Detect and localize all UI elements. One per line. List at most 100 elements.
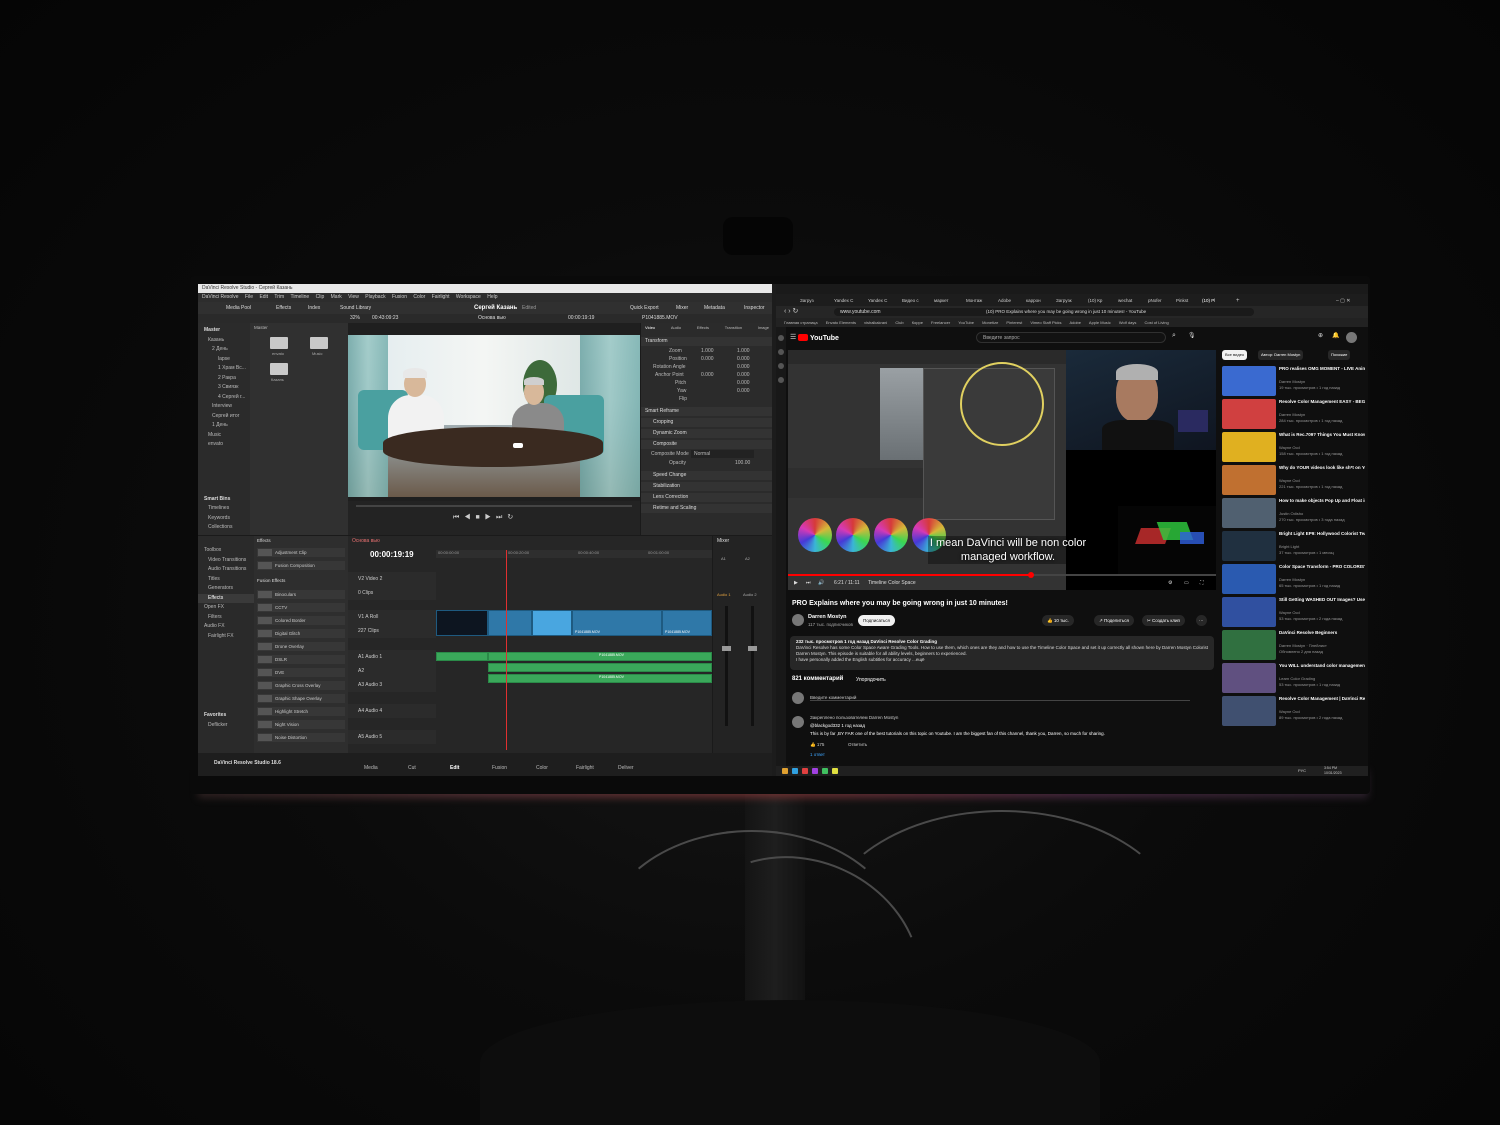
section-stabilization[interactable]: Stabilization: [653, 482, 680, 490]
timeline-tab[interactable]: Основа вью: [352, 538, 380, 544]
browser-tab[interactable]: Загрузк: [1056, 296, 1072, 306]
tab-audio[interactable]: Audio: [671, 325, 681, 337]
browser-tab[interactable]: Yandex C: [834, 296, 853, 306]
favorite-item[interactable]: Deflicker: [198, 721, 254, 731]
recommendation-item[interactable]: Resolve Color Management | DaVinci Resol…: [1222, 696, 1368, 726]
rotation-value[interactable]: 0.000: [737, 363, 750, 371]
effect-item[interactable]: Drone Overlay: [257, 642, 345, 651]
opacity-value[interactable]: 100.00: [735, 459, 750, 467]
metadata-button[interactable]: Metadata: [704, 302, 725, 314]
tree-item[interactable]: Filters: [198, 613, 254, 623]
sidebar-icon[interactable]: [778, 335, 784, 341]
chip[interactable]: Автор: Darren Mostyn: [1258, 350, 1304, 360]
tree-item[interactable]: Toolbox: [198, 546, 254, 556]
bookmark[interactable]: Wolf days: [1119, 320, 1137, 325]
section-composite[interactable]: Composite: [653, 440, 677, 448]
zoom-level[interactable]: 32%: [350, 314, 360, 323]
section-retime[interactable]: Retime and Scaling: [653, 504, 696, 512]
browser-tab[interactable]: Загруз: [800, 296, 814, 306]
menu-item[interactable]: Color: [413, 294, 425, 300]
browser-tab[interactable]: Adobe: [998, 296, 1011, 306]
inspector-button[interactable]: Inspector: [744, 302, 765, 314]
taskbar-app-icon[interactable]: [822, 768, 828, 774]
pitch-value[interactable]: 0.000: [737, 379, 750, 387]
bookmark[interactable]: Freelancer: [931, 320, 950, 325]
input-language[interactable]: РУС: [1298, 768, 1306, 773]
menu-item[interactable]: Fusion: [392, 294, 407, 300]
tree-item[interactable]: Generators: [198, 584, 254, 594]
page-fairlight[interactable]: Fairlight: [576, 765, 594, 771]
effect-item[interactable]: DVE: [257, 668, 345, 677]
effect-item[interactable]: Fusion Composition: [257, 561, 345, 570]
fader-handle[interactable]: [722, 646, 731, 651]
section-transform[interactable]: Transform: [645, 337, 668, 345]
tree-item[interactable]: Audio FX: [198, 622, 254, 632]
recommendation-item[interactable]: Why do YOUR videos look like sh*t on You…: [1222, 465, 1368, 495]
track-header[interactable]: V1 A Roll: [348, 610, 436, 624]
video-clip[interactable]: P1041885.MOV: [572, 610, 662, 636]
next-icon[interactable]: ⏭: [806, 576, 811, 590]
browser-tab[interactable]: pNofer: [1148, 296, 1162, 306]
playback-buttons[interactable]: ⏮◀■▶⏭↻: [453, 513, 518, 522]
effect-item[interactable]: Noise Distortion: [257, 733, 345, 742]
create-icon[interactable]: ⊕: [1318, 332, 1323, 339]
browser-tab[interactable]: wechat: [1118, 296, 1132, 306]
tree-item-selected[interactable]: Effects: [198, 593, 254, 603]
effect-item[interactable]: Night Vision: [257, 720, 345, 729]
folder-icon[interactable]: [270, 363, 288, 375]
playhead[interactable]: [506, 550, 507, 750]
position-y[interactable]: 0.000: [737, 355, 750, 363]
new-tab-icon[interactable]: +: [1236, 296, 1240, 306]
tree-item[interactable]: Video Transitions: [198, 556, 254, 566]
track-header[interactable]: A1 Audio 1: [348, 650, 436, 664]
tab-effects[interactable]: Effects: [697, 325, 709, 337]
mic-icon[interactable]: 🎙: [1188, 332, 1196, 339]
track-header[interactable]: V2 Video 2: [348, 572, 436, 586]
video-clip[interactable]: [436, 610, 488, 636]
recommendation-item[interactable]: Color Space Transform - PRO COLORIST Exp…: [1222, 564, 1368, 594]
bookmark[interactable]: Monetize: [982, 320, 998, 325]
channel-avatar[interactable]: [792, 614, 804, 626]
track-header[interactable]: A4 Audio 4: [348, 704, 436, 718]
section-smart-reframe[interactable]: Smart Reframe: [645, 407, 679, 415]
fader-handle[interactable]: [748, 646, 757, 651]
settings-icon[interactable]: ⚙: [1168, 576, 1172, 590]
fullscreen-icon[interactable]: ⛶: [1200, 576, 1204, 590]
recommendation-item[interactable]: How to make objects Pop Up and Float in …: [1222, 498, 1368, 528]
bookmark[interactable]: Корре: [912, 320, 923, 325]
effect-item[interactable]: Graphic Cross Overlay: [257, 681, 345, 690]
page-deliver[interactable]: Deliver: [618, 765, 634, 771]
effect-item[interactable]: Colored Border: [257, 616, 345, 625]
media-pool-button[interactable]: Media Pool: [226, 302, 251, 314]
video-clip[interactable]: [532, 610, 572, 636]
menu-item[interactable]: Playback: [365, 294, 385, 300]
taskbar-app-icon[interactable]: [832, 768, 838, 774]
effect-item[interactable]: CCTV: [257, 603, 345, 612]
browser-tab[interactable]: маркет: [934, 296, 949, 306]
taskbar-app-icon[interactable]: [782, 768, 788, 774]
quick-export-button[interactable]: Quick Export: [630, 302, 659, 314]
tree-item[interactable]: Audio Transitions: [198, 565, 254, 575]
audio-clip[interactable]: [488, 663, 712, 672]
menu-item[interactable]: Trim: [274, 294, 284, 300]
timeline-selector[interactable]: Основа вью: [478, 314, 506, 323]
effect-item[interactable]: Digital Glitch: [257, 629, 345, 638]
comment-author[interactable]: @blackgod332 1 год назад: [810, 723, 865, 728]
audio-clip[interactable]: [436, 652, 488, 661]
bookmark[interactable]: Adobe: [1069, 320, 1081, 325]
youtube-search-input[interactable]: Введите запрос: [976, 332, 1166, 343]
bookmark[interactable]: vishalkakrani: [864, 320, 887, 325]
zoom-x[interactable]: 1.000: [701, 347, 714, 355]
comment-likes[interactable]: 👍 175: [810, 742, 824, 748]
bookmark[interactable]: Главная страница: [784, 320, 818, 325]
video-frame[interactable]: [348, 335, 640, 497]
folder-icon[interactable]: [310, 337, 328, 349]
chip[interactable]: Похожие: [1328, 350, 1351, 360]
yaw-value[interactable]: 0.000: [737, 387, 750, 395]
bookmark[interactable]: Cost of Living: [1144, 320, 1168, 325]
track-header[interactable]: A2: [348, 664, 436, 678]
bookmark[interactable]: Club: [895, 320, 903, 325]
channel-name[interactable]: Darren Mostyn: [808, 614, 847, 620]
page-edit[interactable]: Edit: [450, 765, 459, 771]
sidebar-icon[interactable]: [778, 363, 784, 369]
